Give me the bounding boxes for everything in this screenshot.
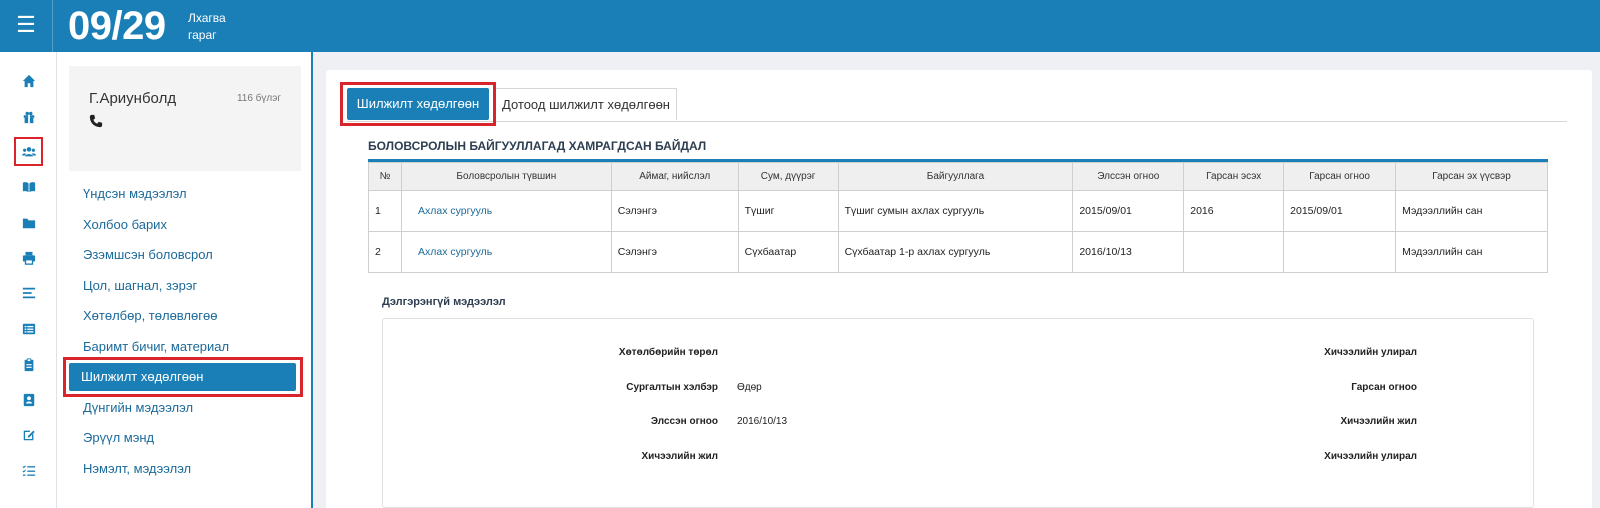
table-cell: 1	[368, 190, 402, 232]
menu-item-additional[interactable]: Нэмэлт, мэдээлэл	[71, 455, 299, 483]
section-title: БОЛОВСРОЛЫН БАЙГУУЛЛАГАД ХАМРАГДСАН БАЙД…	[368, 139, 707, 153]
table-cell: 2015/09/01	[1072, 190, 1185, 232]
folder-icon[interactable]	[14, 208, 43, 237]
detail-value-enroll-date: 2016/10/13	[737, 416, 788, 427]
phone-icon[interactable]	[89, 114, 105, 130]
address-card-icon[interactable]	[14, 385, 43, 414]
current-date: 09/29	[68, 4, 166, 48]
menu-item-basic-info[interactable]: Үндсэн мэдээлэл	[71, 180, 299, 208]
detail-label-semester-right: Хичээлийн улирал	[1324, 451, 1417, 462]
column-header: Байгууллага	[837, 162, 1074, 191]
menu-item-contact[interactable]: Холбоо барих	[71, 211, 299, 239]
print-icon[interactable]	[14, 243, 43, 272]
icon-rail	[0, 52, 57, 508]
gift-icon[interactable]	[14, 102, 43, 131]
table-cell: 2016/10/13	[1072, 231, 1185, 273]
menu-item-grades[interactable]: Дүнгийн мэдээлэл	[71, 394, 299, 422]
column-header: Элссэн огноо	[1072, 162, 1185, 191]
tab-internal-transfers[interactable]: Дотоод шилжилт хөдөлгөөн	[495, 88, 677, 120]
detail-label-enroll-date: Элссэн огноо	[650, 416, 718, 427]
users-icon[interactable]	[14, 137, 43, 166]
menu-item-documents[interactable]: Баримт бичиг, материал	[71, 333, 299, 361]
weekday-line-1: Лхагва	[188, 11, 226, 25]
education-table: № Боловсролын түвшин Аймаг, нийслэл Сум,…	[368, 162, 1548, 273]
column-header: Гарсан эх үүсвэр	[1395, 162, 1548, 191]
table-cell: Мэдээллийн сан	[1395, 190, 1548, 232]
detail-label-school-year-right: Хичээлийн жил	[1340, 416, 1417, 427]
task-list-icon[interactable]	[14, 456, 43, 485]
detail-label-semester: Хичээлийн улирал	[1324, 347, 1417, 358]
top-bar: ☰ 09/29 Лхагва гараг	[0, 0, 1600, 52]
menu-item-health[interactable]: Эрүүл мэнд	[71, 424, 299, 452]
table-cell	[1183, 231, 1285, 273]
column-header: Боловсролын түвшин	[400, 162, 612, 191]
details-title: Дэлгэрэнгүй мэдээлэл	[382, 296, 506, 308]
detail-label-training-form: Сургалтын хэлбэр	[626, 382, 718, 393]
menu-item-awards[interactable]: Цол, шагнал, зэрэг	[71, 272, 299, 300]
detail-label-school-year: Хичээлийн жил	[641, 451, 718, 462]
table-header-row: № Боловсролын түвшин Аймаг, нийслэл Сум,…	[368, 162, 1548, 191]
align-icon[interactable]	[14, 278, 43, 307]
menu-item-education[interactable]: Эзэмшсэн боловсрол	[71, 241, 299, 269]
table-cell: 2015/09/01	[1283, 190, 1397, 232]
profile-group-count: 116 бүлэг	[236, 93, 281, 104]
detail-label-leave-date: Гарсан огноо	[1351, 382, 1417, 393]
tab-transfers[interactable]: Шилжилт хөдөлгөөн	[347, 88, 489, 120]
column-header: №	[368, 162, 402, 191]
tabs-divider	[347, 121, 1567, 122]
table-cell	[1283, 231, 1397, 273]
column-header: Гарсан эсэх	[1183, 162, 1285, 191]
list-icon[interactable]	[14, 314, 43, 343]
column-header: Гарсан огноо	[1283, 162, 1397, 191]
table-cell: Сэлэнгэ	[610, 231, 739, 273]
education-level-link[interactable]: Ахлах сургууль	[400, 190, 612, 232]
table-cell: Түшиг сумын ахлах сургууль	[837, 190, 1074, 232]
profile-card: Г.Ариунболд 116 бүлэг	[69, 66, 301, 171]
hamburger-menu-icon[interactable]: ☰	[15, 12, 37, 38]
table-row: 2 Ахлах сургууль Сэлэнгэ Сүхбаатар Сүхба…	[368, 231, 1548, 273]
edit-icon[interactable]	[14, 420, 43, 449]
table-cell: Сэлэнгэ	[610, 190, 739, 232]
table-cell: Сүхбаатар	[737, 231, 839, 273]
weekday: Лхагва гараг	[188, 10, 226, 44]
column-header: Сум, дүүрэг	[737, 162, 839, 191]
topbar-divider	[52, 0, 53, 52]
menu-item-programs[interactable]: Хөтөлбөр, төлөвлөгөө	[71, 302, 299, 330]
table-row: 1 Ахлах сургууль Сэлэнгэ Түшиг Түшиг сум…	[368, 190, 1548, 232]
table-cell: 2016	[1183, 190, 1285, 232]
clipboard-icon[interactable]	[14, 350, 43, 379]
profile-name: Г.Ариунболд	[89, 90, 177, 107]
table-cell: 2	[368, 231, 402, 273]
table-cell: Мэдээллийн сан	[1395, 231, 1548, 273]
book-open-icon[interactable]	[14, 172, 43, 201]
column-header: Аймаг, нийслэл	[610, 162, 739, 191]
table-cell: Сүхбаатар 1-р ахлах сургууль	[837, 231, 1074, 273]
weekday-line-2: гараг	[188, 28, 217, 42]
detail-label-program-type: Хөтөлбөрийн төрөл	[618, 347, 718, 358]
menu-item-transfers[interactable]: Шилжилт хөдөлгөөн	[69, 363, 296, 391]
detail-value-training-form: Өдөр	[737, 382, 762, 393]
home-icon[interactable]	[14, 66, 43, 95]
table-cell: Түшиг	[737, 190, 839, 232]
education-level-link[interactable]: Ахлах сургууль	[400, 231, 612, 273]
